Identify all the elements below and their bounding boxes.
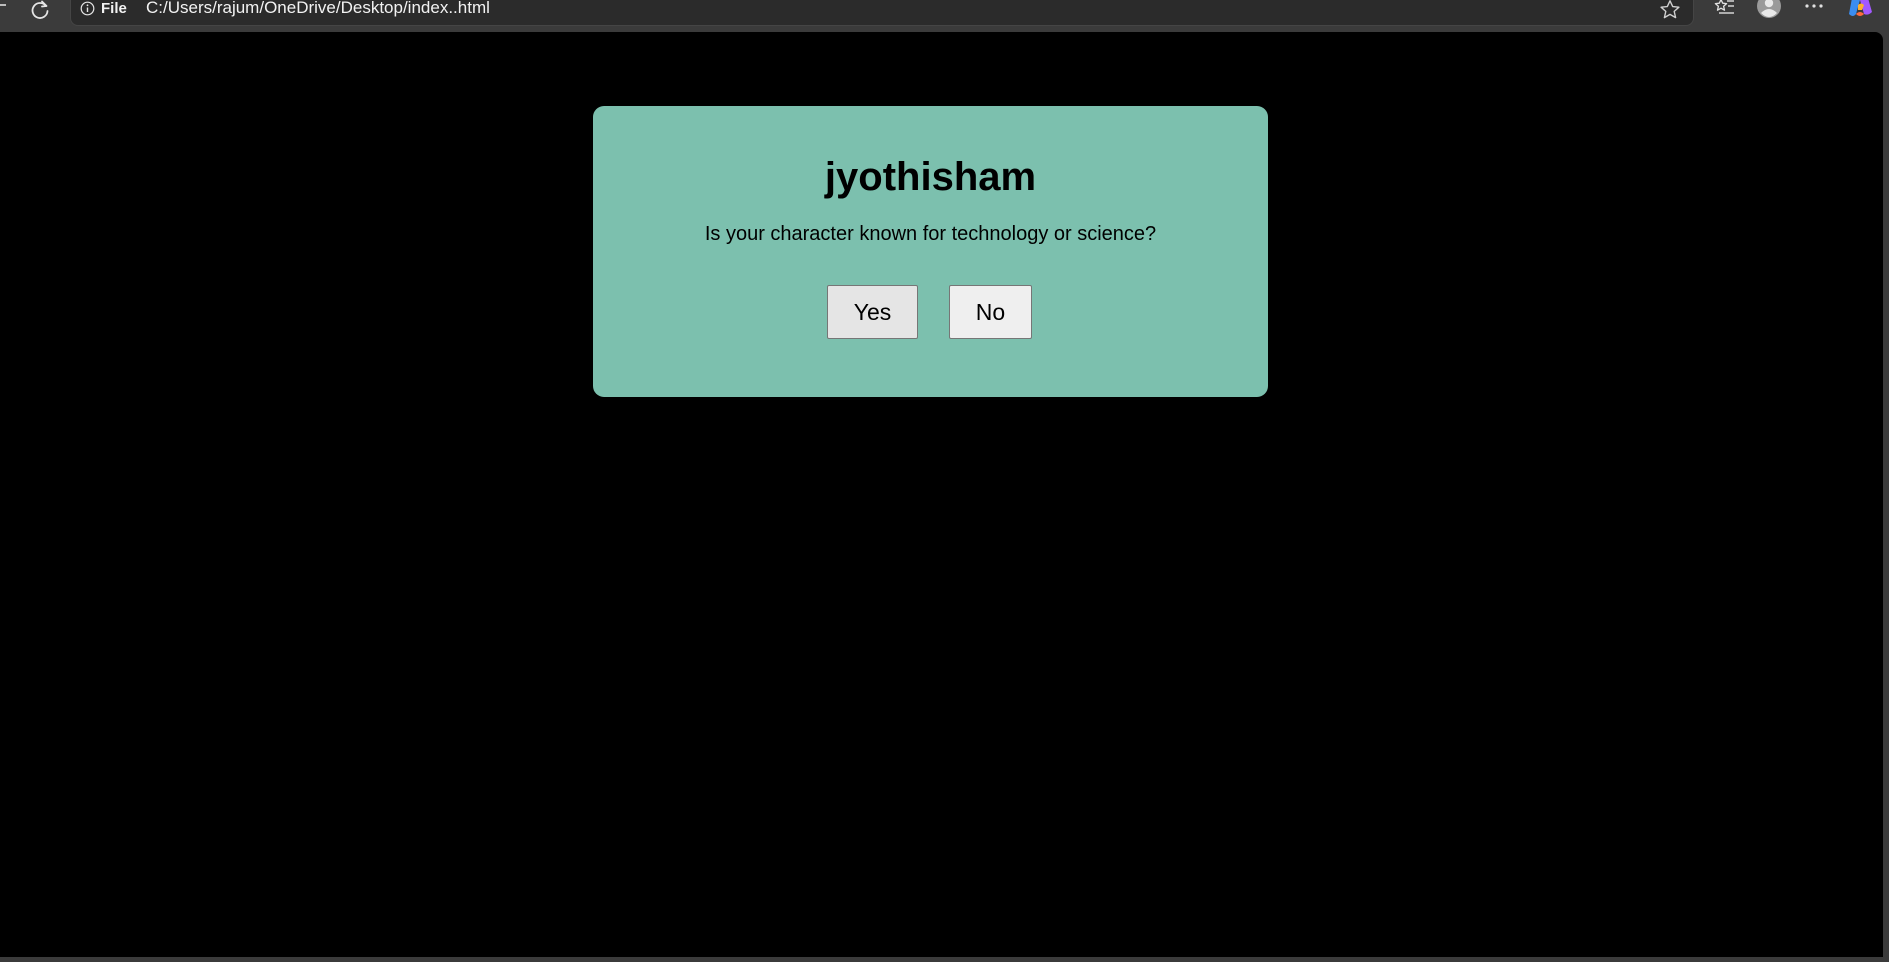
site-info-button[interactable]: File [80,0,127,18]
favorites-icon [1714,0,1734,14]
no-button[interactable]: No [949,285,1032,339]
site-info-label: File [101,0,127,17]
more-button[interactable] [1799,0,1829,20]
url-text[interactable]: C:/Users/rajum/OneDrive/Desktop/index..h… [146,0,490,18]
profile-icon [1757,0,1781,18]
question-text: Is your character known for technology o… [704,223,1157,245]
back-button-edge[interactable] [0,4,6,6]
question-card: jyothisham Is your character known for t… [593,106,1268,397]
reload-icon [31,0,49,19]
browser-toolbar: File C:/Users/rajum/OneDrive/Desktop/ind… [0,0,1889,32]
more-icon [1805,4,1823,8]
copilot-button[interactable] [1846,0,1876,20]
favorites-button[interactable] [1710,0,1740,20]
reload-button[interactable] [26,0,54,22]
copilot-icon [1849,0,1872,16]
page-viewport: jyothisham Is your character known for t… [0,32,1883,957]
star-icon [1660,0,1680,18]
profile-button[interactable] [1754,0,1784,20]
yes-button[interactable]: Yes [827,285,918,339]
favorite-button[interactable] [1658,0,1682,19]
window-bottom-edge [0,957,1889,962]
info-icon [80,1,95,16]
card-title: jyothisham [824,155,1037,199]
